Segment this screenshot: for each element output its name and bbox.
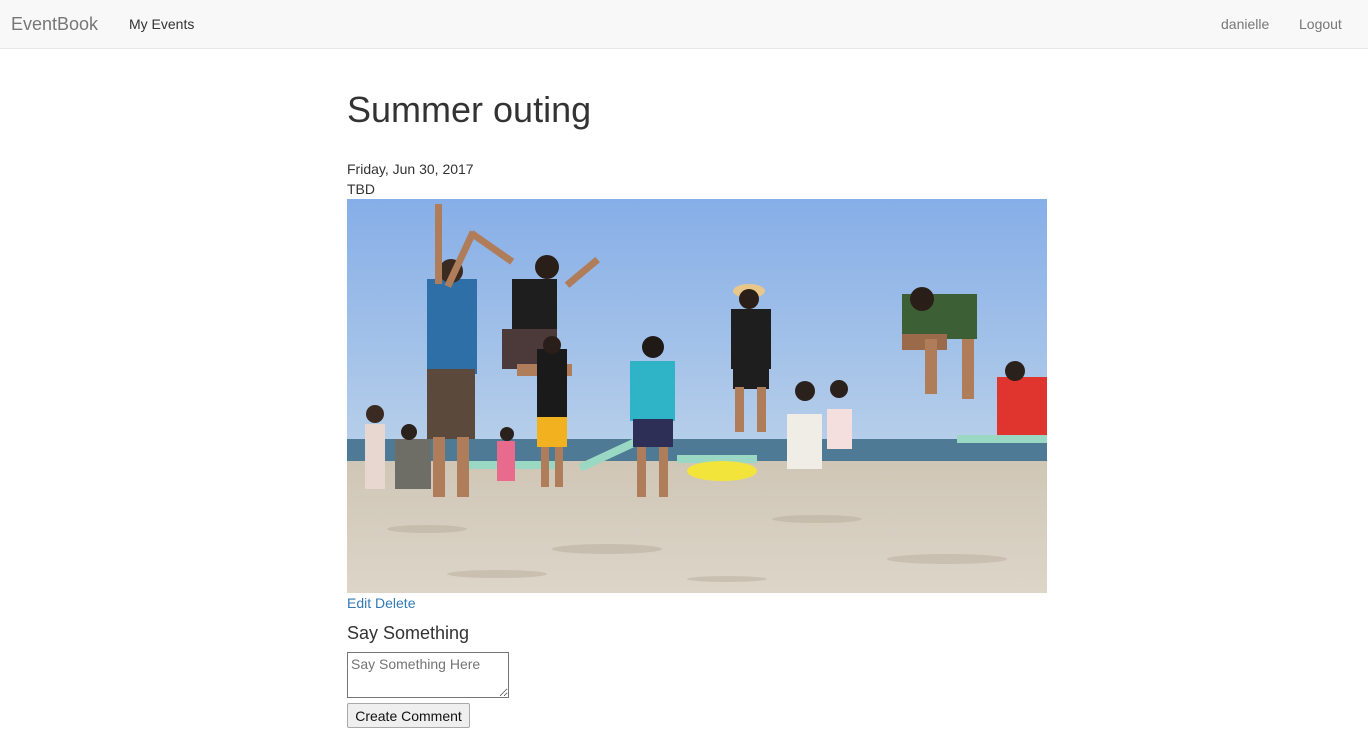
brand-link[interactable]: EventBook: [11, 14, 98, 34]
event-date: Friday, Jun 30, 2017: [347, 161, 474, 177]
event-photo: [347, 199, 1047, 593]
edit-link[interactable]: Edit: [347, 595, 371, 611]
create-comment-button[interactable]: Create Comment: [347, 703, 470, 728]
nav-logout[interactable]: Logout: [1299, 15, 1342, 33]
page-title: Summer outing: [347, 89, 592, 130]
comment-input[interactable]: [347, 652, 509, 698]
nav-username[interactable]: danielle: [1221, 15, 1269, 33]
delete-link[interactable]: Delete: [375, 595, 415, 611]
event-location: TBD: [347, 181, 375, 197]
nav-my-events[interactable]: My Events: [129, 15, 194, 33]
top-navbar: EventBook My Events danielle Logout: [0, 0, 1368, 49]
comment-heading: Say Something: [347, 623, 470, 643]
event-actions: Edit Delete: [347, 594, 415, 612]
